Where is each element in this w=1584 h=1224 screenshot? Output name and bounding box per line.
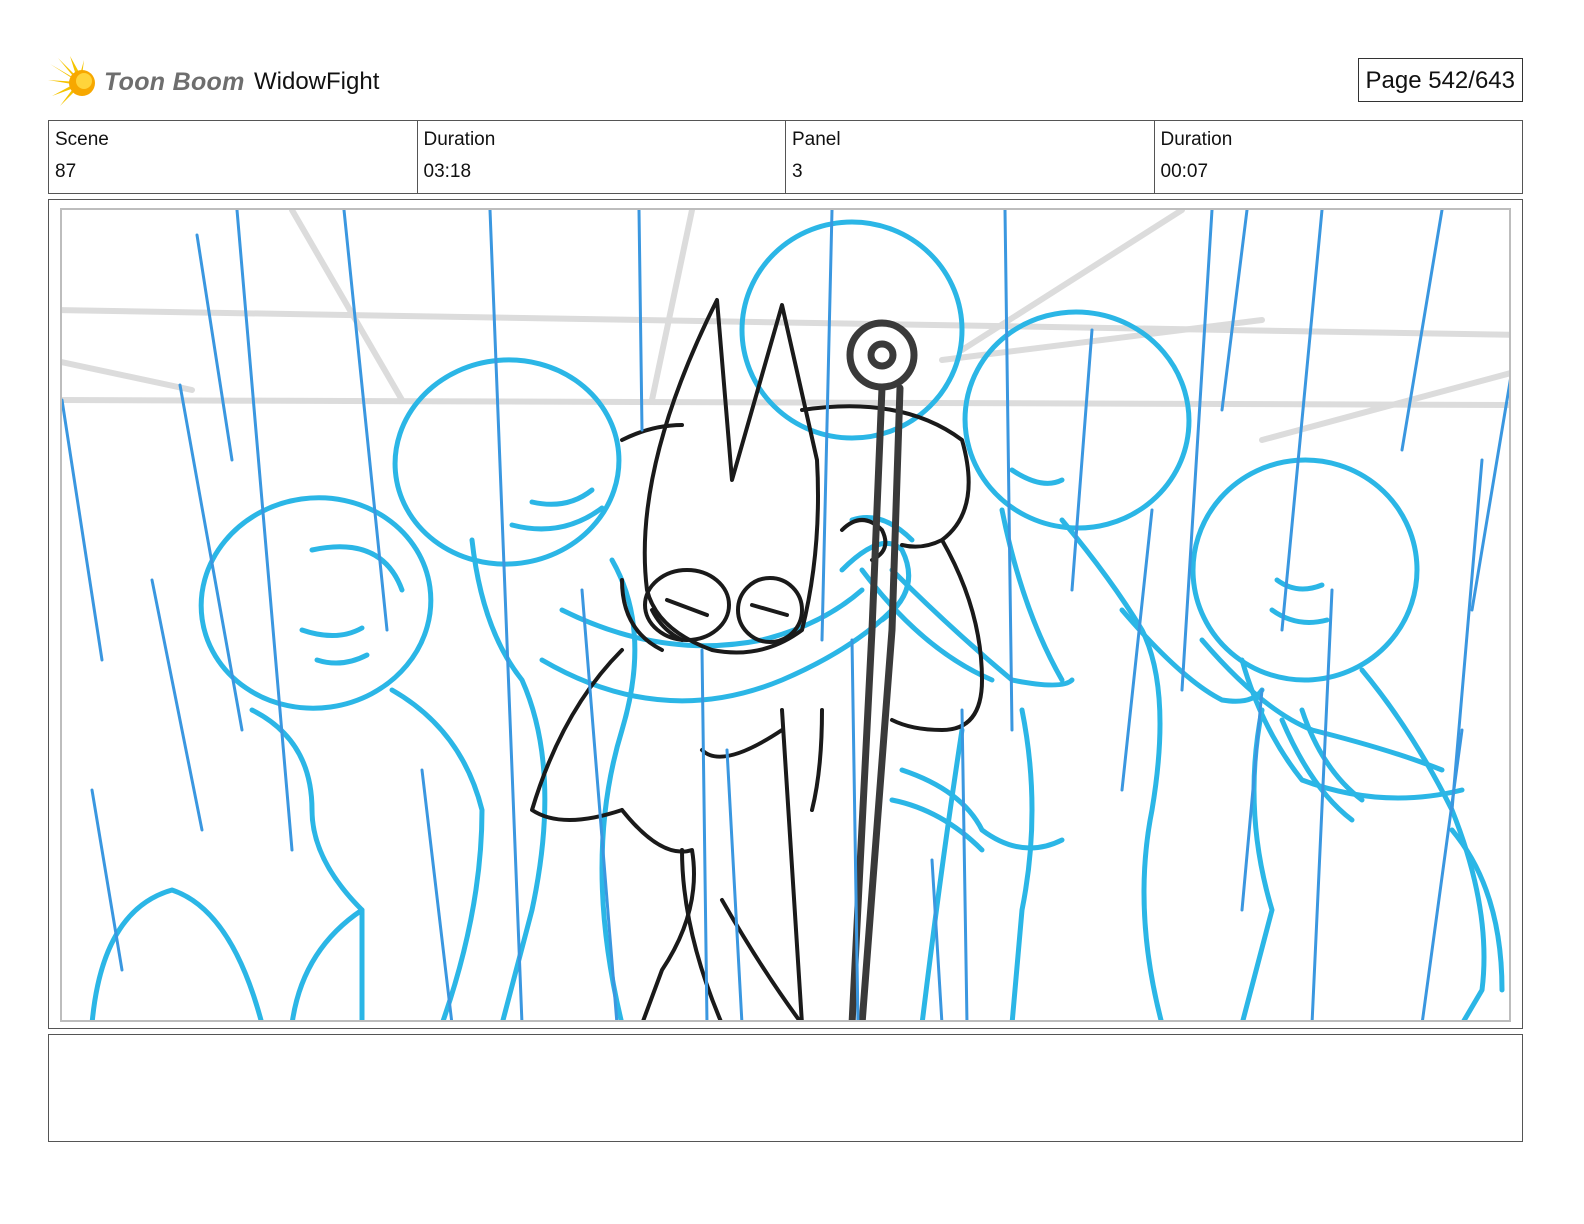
project-name: WidowFight [254,68,380,95]
staff-sketch [846,319,918,1020]
scene-duration-cell: Duration 03:18 [418,121,786,193]
panel-safe-area [60,208,1511,1022]
panel-duration-value: 00:07 [1160,161,1209,182]
logo-text: Toon Boom [104,68,245,96]
panel-value: 3 [792,161,803,182]
scene-value: 87 [55,161,77,182]
panel-duration-cell: Duration 00:07 [1155,121,1523,193]
storyboard-panel [48,199,1523,1029]
panel-duration-label: Duration [1160,129,1233,150]
scene-duration-value: 03:18 [423,161,472,182]
character-sketch [530,298,984,1020]
scene-label: Scene [55,129,109,150]
toon-boom-logo: Toon Boom [48,56,244,108]
panel-cell: Panel 3 [786,121,1155,193]
sketch-drawing [62,210,1509,1020]
panel-info-table: Scene 87 Duration 03:18 Panel 3 Duration… [48,120,1523,194]
crowd-sketch [89,219,1505,1020]
scene-duration-label: Duration [423,129,496,150]
panel-label: Panel [792,129,841,150]
page-number: Page 542/643 [1357,58,1523,102]
panel-notes-area [48,1034,1523,1142]
scene-cell: Scene 87 [49,121,418,193]
page-header: Toon Boom WidowFight Page 542/643 [48,52,1523,112]
toon-boom-sun-icon [48,56,95,106]
